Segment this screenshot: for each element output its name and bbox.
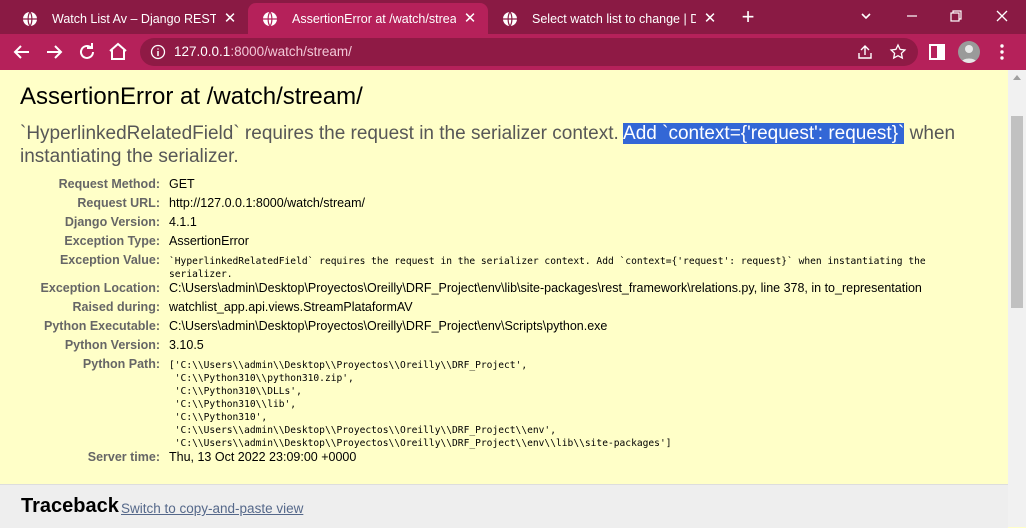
row-label: Python Executable: (44, 319, 160, 333)
page-content: AssertionError at /watch/stream/ `Hyperl… (0, 70, 1008, 528)
globe-icon (263, 11, 277, 26)
row-label: Exception Type: (64, 234, 160, 248)
table-row: Request URL: http://127.0.0.1:8000/watch/… (20, 196, 926, 215)
python-path-value: ['C:\\Users\\admin\\Desktop\\Proyectos\\… (169, 360, 672, 449)
tab-title: AssertionError at /watch/stream/ (292, 11, 456, 26)
close-tab-icon[interactable]: ✕ (462, 10, 478, 27)
row-label: Server time: (87, 450, 160, 464)
tab-title: Watch List Av – Django REST framework (52, 11, 216, 26)
row-value: 3.10.5 (169, 338, 204, 352)
row-value: Thu, 13 Oct 2022 23:09:00 +0000 (169, 450, 357, 464)
table-row: Request Method: GET (20, 177, 926, 196)
row-label: Request URL: (77, 196, 160, 210)
kebab-menu-icon[interactable] (992, 42, 1012, 62)
tab-search-icon[interactable] (856, 6, 876, 26)
restore-icon[interactable] (946, 6, 966, 26)
row-value: watchlist_app.api.views.StreamPlataformA… (169, 300, 413, 314)
share-icon[interactable] (856, 43, 874, 61)
url-text: 127.0.0.1:8000/watch/stream/ (174, 44, 352, 59)
avatar[interactable] (958, 41, 980, 63)
close-tab-icon[interactable]: ✕ (222, 10, 238, 27)
exception-message: `HyperlinkedRelatedField` requires the r… (20, 122, 995, 168)
close-tab-icon[interactable]: ✕ (702, 10, 718, 27)
row-value: C:\Users\admin\Desktop\Proyectos\Oreilly… (169, 319, 608, 333)
table-row: Server time: Thu, 13 Oct 2022 23:09:00 +0… (20, 450, 926, 469)
info-icon[interactable] (150, 44, 166, 60)
row-value: http://127.0.0.1:8000/watch/stream/ (169, 196, 365, 210)
row-value: 4.1.1 (169, 215, 197, 229)
traceback-section: Traceback Switch to copy-and-paste view (0, 484, 1008, 528)
table-row: Raised during: watchlist_app.api.views.St… (20, 300, 926, 319)
row-label: Request Method: (58, 177, 160, 191)
table-row: Django Version: 4.1.1 (20, 215, 926, 234)
globe-icon (23, 11, 37, 26)
row-value: C:\Users\admin\Desktop\Proyectos\Oreilly… (169, 281, 922, 295)
vertical-scrollbar[interactable] (1008, 70, 1026, 527)
row-label: Python Path: (82, 357, 160, 371)
table-row: Exception Value: `HyperlinkedRelatedField… (20, 253, 926, 281)
globe-icon (503, 11, 517, 26)
forward-arrow-icon[interactable] (42, 40, 66, 64)
new-tab-button[interactable]: + (736, 6, 760, 30)
browser-tab-3[interactable]: Select watch list to change | Django sit… (488, 3, 728, 34)
table-row: Python Version: 3.10.5 (20, 338, 926, 357)
row-label: Exception Value: (59, 253, 160, 267)
address-bar[interactable]: 127.0.0.1:8000/watch/stream/ (140, 38, 918, 66)
scroll-up-arrow-icon[interactable] (1013, 75, 1021, 80)
table-row: Python Executable: C:\Users\admin\Desktop… (20, 319, 926, 338)
tab-strip: Watch List Av – Django REST framework ✕ … (0, 0, 1026, 34)
row-label: Exception Location: (40, 281, 160, 295)
browser-tab-2[interactable]: AssertionError at /watch/stream/ ✕ (248, 3, 488, 34)
url-host: 127.0.0.1 (174, 44, 231, 59)
home-icon[interactable] (106, 40, 130, 64)
row-value: GET (169, 177, 195, 191)
minimize-icon[interactable] (902, 6, 922, 26)
switch-view-link[interactable]: Switch to copy-and-paste view (121, 501, 303, 516)
profile-icon (961, 45, 977, 63)
scrollbar-thumb[interactable] (1011, 116, 1023, 308)
side-panel-icon[interactable] (927, 42, 947, 62)
browser-toolbar: 127.0.0.1:8000/watch/stream/ (0, 34, 1026, 70)
row-label: Raised during: (72, 300, 160, 314)
exception-value: `HyperlinkedRelatedField` requires the r… (169, 256, 926, 280)
row-label: Python Version: (64, 338, 160, 352)
page-title: AssertionError at /watch/stream/ (20, 83, 363, 110)
reload-icon[interactable] (75, 40, 99, 64)
row-label: Django Version: (64, 215, 160, 229)
table-row: Python Path: ['C:\\Users\\admin\\Desktop\… (20, 357, 926, 450)
exception-message-text: `HyperlinkedRelatedField` requires the r… (20, 123, 624, 144)
close-window-icon[interactable] (992, 6, 1012, 26)
table-row: Exception Location: C:\Users\admin\Deskto… (20, 281, 926, 300)
browser-tab-1[interactable]: Watch List Av – Django REST framework ✕ (8, 3, 248, 34)
row-value: AssertionError (169, 234, 249, 248)
traceback-heading: Traceback (21, 495, 119, 517)
request-meta-table: Request Method: GET Request URL: http://12… (20, 177, 926, 469)
star-icon[interactable] (889, 43, 907, 61)
tab-title: Select watch list to change | Django sit… (532, 11, 696, 26)
selected-text: Add `context={'request': request}` (623, 123, 905, 144)
url-path: :8000/watch/stream/ (230, 44, 352, 59)
table-row: Exception Type: AssertionError (20, 234, 926, 253)
back-arrow-icon[interactable] (10, 40, 34, 64)
